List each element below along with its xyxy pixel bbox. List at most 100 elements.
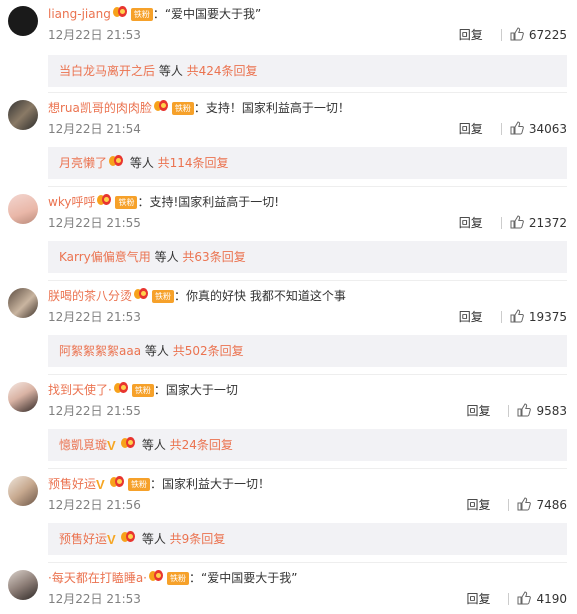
verified-v-icon: V xyxy=(107,437,116,453)
reply-button[interactable]: 回复 xyxy=(466,592,490,606)
sub-reply-count[interactable]: 共9条回复 xyxy=(170,532,226,546)
reply-button[interactable]: 回复 xyxy=(466,498,490,512)
comment-text-line: wky呼呼 铁粉 ：支持!国家利益高于一切! xyxy=(48,192,279,212)
thumbs-up-icon[interactable] xyxy=(510,26,524,41)
avatar[interactable] xyxy=(8,100,38,130)
sub-reply-text: 等人 xyxy=(141,344,173,358)
vip-badge-icon xyxy=(109,147,124,179)
avatar[interactable] xyxy=(8,570,38,600)
sub-reply-summary[interactable]: Karry偏偏意气用 等人 共63条回复 xyxy=(48,241,567,273)
sub-reply-user[interactable]: 阿絮絮絮絮aaa xyxy=(59,344,141,358)
comment-actions: 回复 34063 xyxy=(459,120,567,138)
fan-badge: 铁粉 xyxy=(171,102,194,115)
divider xyxy=(48,562,567,563)
comment-username[interactable]: 预售好运 xyxy=(48,477,96,491)
fan-badge: 铁粉 xyxy=(166,572,189,585)
comment-username[interactable]: 找到天使了· xyxy=(48,383,112,397)
sub-reply-summary[interactable]: 憶凱覓璇V 等人 共24条回复 xyxy=(48,429,567,461)
fan-badge: 铁粉 xyxy=(128,478,151,491)
comment-content: 你真的好快 我都不知道这个事 xyxy=(186,289,346,303)
divider xyxy=(500,122,502,135)
comment-username[interactable]: ·每天都在打瞌睡a· xyxy=(48,571,147,585)
comment-text-line: 朕喝的茶八分烫 铁粉 ：你真的好快 我都不知道这个事 xyxy=(48,286,346,306)
comment-actions: 回复 7486 xyxy=(466,496,567,514)
comment-username[interactable]: 朕喝的茶八分烫 xyxy=(48,289,132,303)
comment-content: 支持！国家利益高于一切！ xyxy=(205,101,350,115)
sub-reply-count[interactable]: 共424条回复 xyxy=(187,64,258,78)
comment-time: 12月22日 21:55 xyxy=(48,216,141,230)
fan-badge: 铁粉 xyxy=(152,290,175,303)
divider xyxy=(508,404,510,417)
like-count: 67225 xyxy=(528,28,567,42)
like-count: 19375 xyxy=(528,310,567,324)
comment-actions: 回复 21372 xyxy=(459,214,567,232)
sub-reply-text: 等人 xyxy=(138,532,170,546)
comment-content: 支持!国家利益高于一切! xyxy=(149,195,280,209)
divider xyxy=(508,592,510,605)
like-count: 7486 xyxy=(536,498,567,512)
thumbs-up-icon[interactable] xyxy=(517,496,532,511)
sub-reply-user[interactable]: 月亮懒了 xyxy=(59,156,107,170)
comment-text-line: 预售好运V 铁粉 ：国家利益大于一切！ xyxy=(48,474,270,494)
divider xyxy=(500,216,502,229)
comment-content: 国家利益大于一切！ xyxy=(162,477,271,491)
avatar[interactable] xyxy=(8,6,38,36)
reply-button[interactable]: 回复 xyxy=(459,122,483,136)
comment-actions: 回复 9583 xyxy=(466,402,567,420)
comment-actions: 回复 4190 xyxy=(466,590,567,608)
vip-badge-icon xyxy=(113,380,129,400)
comment-text-line: 想rua凯哥的肉肉脸 铁粉 ：支持！国家利益高于一切！ xyxy=(48,98,350,118)
sub-reply-user[interactable]: Karry偏偏意气用 xyxy=(59,250,151,264)
comment-username[interactable]: liang-jiang xyxy=(48,7,111,21)
verified-v-icon: V xyxy=(96,476,105,492)
avatar[interactable] xyxy=(8,382,38,412)
comment-time: 12月22日 21:55 xyxy=(48,404,141,418)
comment-text-line: 找到天使了· 铁粉 ：国家大于一切 xyxy=(48,380,238,400)
divider xyxy=(500,310,502,323)
comment-time: 12月22日 21:53 xyxy=(48,310,141,324)
verified-v-icon: V xyxy=(107,531,116,547)
avatar[interactable] xyxy=(8,194,38,224)
sub-reply-user[interactable]: 憶凱覓璇 xyxy=(59,438,107,452)
sub-reply-summary[interactable]: 预售好运V 等人 共9条回复 xyxy=(48,523,567,555)
like-count: 9583 xyxy=(536,404,567,418)
comment-content: “爱中国要大于我” xyxy=(164,7,262,21)
sub-reply-count[interactable]: 共502条回复 xyxy=(173,344,244,358)
divider xyxy=(48,92,567,93)
sub-reply-summary[interactable]: 阿絮絮絮絮aaa 等人 共502条回复 xyxy=(48,335,567,367)
comment-time: 12月22日 21:53 xyxy=(48,592,141,606)
sub-reply-text: 等人 xyxy=(138,438,170,452)
comment-list: liang-jiang 铁粉 ：“爱中国要大于我” 12月22日 21:53 回复 6… xyxy=(0,0,577,614)
sub-reply-user[interactable]: 当白龙马离开之后 xyxy=(59,64,155,78)
sub-reply-summary[interactable]: 当白龙马离开之后 等人 共424条回复 xyxy=(48,55,567,87)
sub-reply-text: 等人 xyxy=(126,156,158,170)
like-count: 34063 xyxy=(528,122,567,136)
vip-badge-icon xyxy=(148,568,164,588)
vip-badge-icon xyxy=(121,429,136,461)
vip-badge-icon xyxy=(121,523,136,555)
like-count: 21372 xyxy=(528,216,567,230)
thumbs-up-icon[interactable] xyxy=(517,590,532,605)
comment-actions: 回复 67225 xyxy=(459,26,567,44)
thumbs-up-icon[interactable] xyxy=(510,214,524,229)
sub-reply-user[interactable]: 预售好运 xyxy=(59,532,107,546)
fan-badge: 铁粉 xyxy=(130,8,153,21)
sub-reply-count[interactable]: 共114条回复 xyxy=(158,156,229,170)
reply-button[interactable]: 回复 xyxy=(459,28,483,42)
avatar[interactable] xyxy=(8,288,38,318)
comment-username[interactable]: 想rua凯哥的肉肉脸 xyxy=(48,101,152,115)
sub-reply-count[interactable]: 共63条回复 xyxy=(182,250,245,264)
sub-reply-count[interactable]: 共24条回复 xyxy=(170,438,233,452)
avatar[interactable] xyxy=(8,476,38,506)
thumbs-up-icon[interactable] xyxy=(510,308,524,323)
sub-reply-summary[interactable]: 月亮懒了 等人 共114条回复 xyxy=(48,147,567,179)
thumbs-up-icon[interactable] xyxy=(510,120,524,135)
reply-button[interactable]: 回复 xyxy=(459,310,483,324)
reply-button[interactable]: 回复 xyxy=(466,404,490,418)
reply-button[interactable]: 回复 xyxy=(459,216,483,230)
thumbs-up-icon[interactable] xyxy=(517,402,532,417)
fan-badge: 铁粉 xyxy=(131,384,154,397)
comment-actions: 回复 19375 xyxy=(459,308,567,326)
comment-username[interactable]: wky呼呼 xyxy=(48,195,95,209)
vip-badge-icon xyxy=(153,98,169,118)
